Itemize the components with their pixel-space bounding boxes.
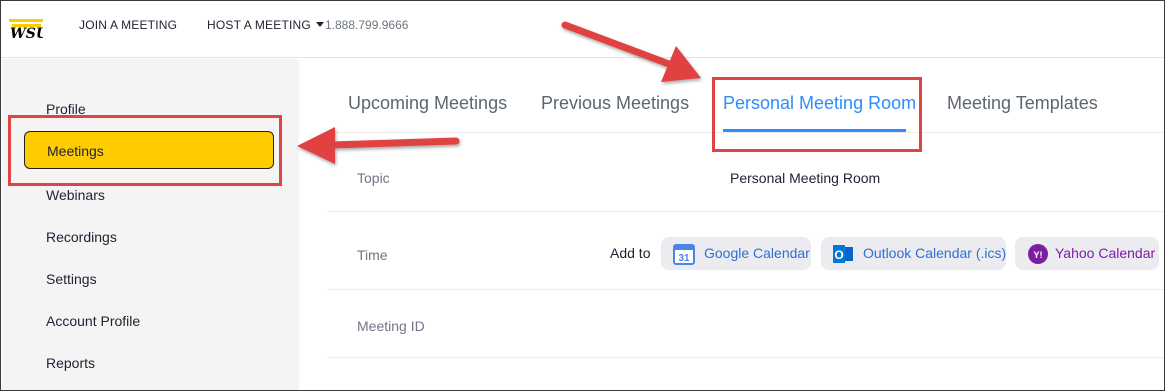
- annotation-arrows: [297, 21, 701, 164]
- arrow-to-meetings: [297, 127, 460, 164]
- app-window: WSU JOIN A MEETING HOST A MEETING 1.888.…: [0, 0, 1165, 391]
- arrow-to-personal-room: [561, 21, 701, 82]
